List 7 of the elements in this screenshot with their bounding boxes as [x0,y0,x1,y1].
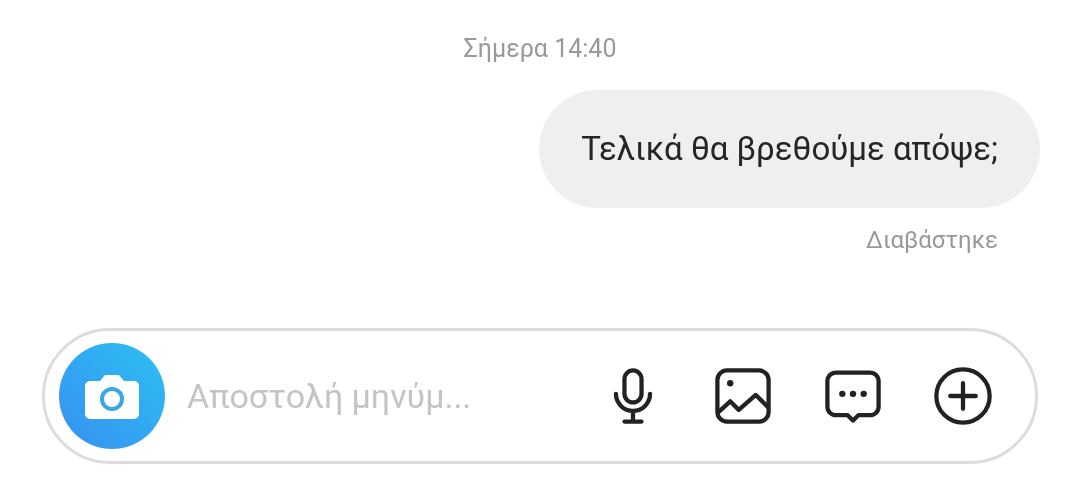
message-input[interactable]: Αποστολή μηνύμ... [185,375,555,417]
add-icon [931,364,995,428]
add-button[interactable] [931,364,995,428]
camera-button[interactable] [59,343,165,449]
timestamp: Σήμερα 14:40 [463,33,617,65]
message-bubble: Τελικά θα βρεθούμε απόψε; [539,90,1040,208]
read-receipt: Διαβάστηκε [865,225,998,256]
